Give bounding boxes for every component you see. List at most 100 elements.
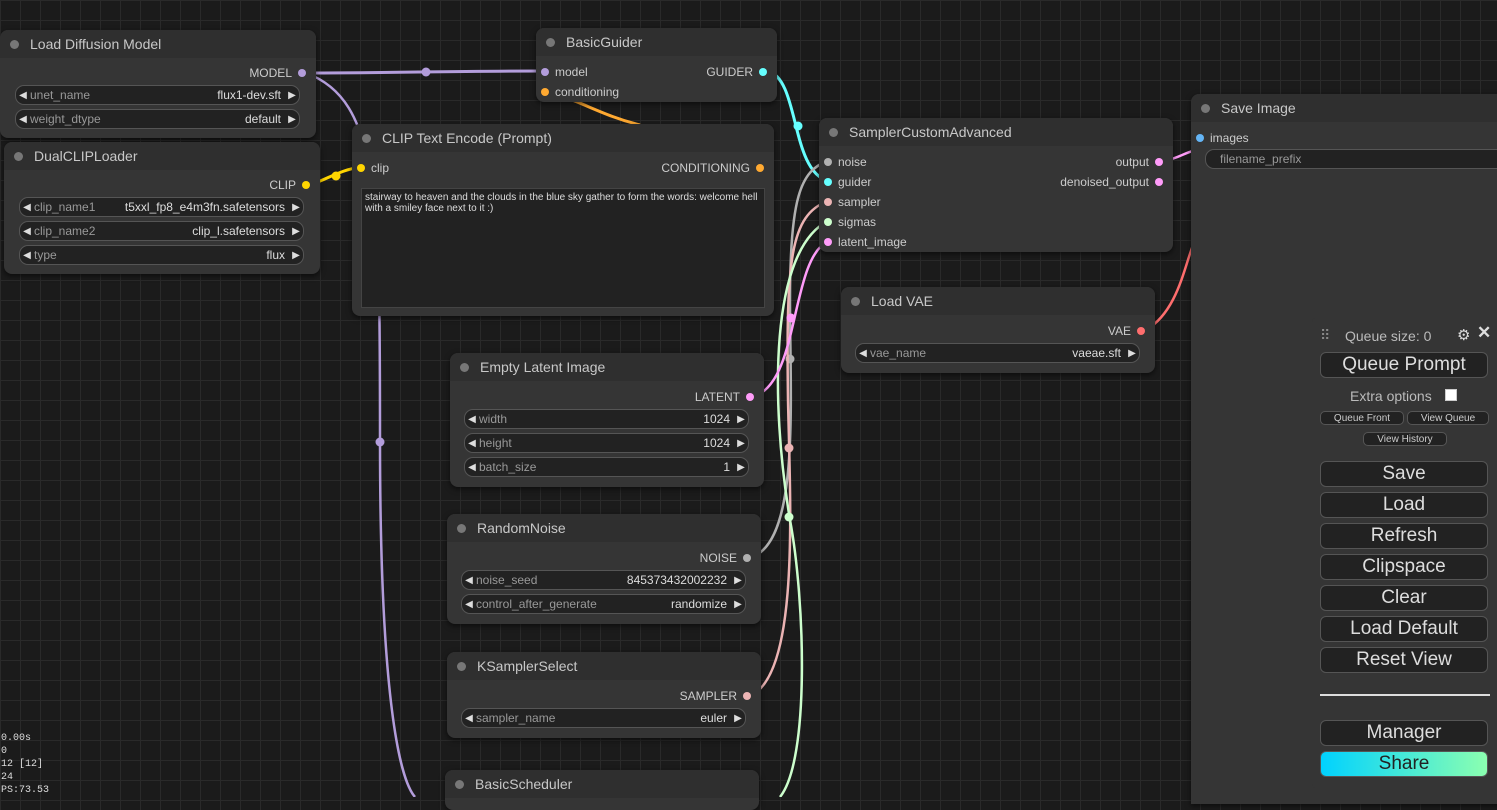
node-basic-scheduler[interactable]: BasicScheduler [445, 770, 759, 810]
widget-batch-size[interactable]: ◀ batch_size 1 ▶ [464, 457, 749, 477]
node-load-diffusion-model[interactable]: Load Diffusion Model MODEL ◀ unet_name flu… [0, 30, 316, 138]
input-images[interactable]: images [1196, 131, 1249, 145]
collapse-dot-icon[interactable] [457, 661, 466, 671]
output-vae[interactable]: VAE [1108, 324, 1145, 338]
output-sampler[interactable]: SAMPLER [680, 689, 751, 703]
widget-noise-seed[interactable]: ◀ noise_seed 845373432002232 ▶ [461, 570, 746, 590]
input-conditioning[interactable]: conditioning [541, 85, 619, 99]
right-arrow-icon[interactable]: ▶ [734, 438, 748, 449]
image-port-icon[interactable] [1196, 134, 1204, 142]
model-port-icon[interactable] [298, 69, 306, 77]
clip-port-icon[interactable] [357, 164, 365, 172]
latent-port-icon[interactable] [1155, 178, 1163, 186]
clipspace-button[interactable]: Clipspace [1320, 554, 1488, 580]
left-arrow-icon[interactable]: ◀ [462, 599, 476, 610]
node-empty-latent-image[interactable]: Empty Latent Image LATENT ◀ width 1024 ▶ ◀ h… [450, 353, 764, 487]
gear-icon[interactable]: ⚙ [1457, 326, 1470, 344]
input-guider[interactable]: guider [824, 175, 871, 189]
drag-handle-icon[interactable]: ⠿ [1320, 327, 1330, 344]
node-basic-guider[interactable]: BasicGuider model conditioning GUIDER [536, 28, 777, 102]
noise-port-icon[interactable] [824, 158, 832, 166]
collapse-dot-icon[interactable] [14, 151, 23, 161]
output-conditioning[interactable]: CONDITIONING [661, 161, 764, 175]
collapse-dot-icon[interactable] [362, 133, 371, 143]
widget-weight-dtype[interactable]: ◀ weight_dtype default ▶ [15, 109, 300, 129]
right-arrow-icon[interactable]: ▶ [289, 250, 303, 261]
input-clip[interactable]: clip [357, 161, 389, 175]
queue-prompt-button[interactable]: Queue Prompt [1320, 352, 1488, 378]
node-dual-clip-loader[interactable]: DualCLIPLoader CLIP ◀ clip_name1 t5xxl_fp8… [4, 142, 320, 274]
widget-type[interactable]: ◀ type flux ▶ [19, 245, 304, 265]
output-clip[interactable]: CLIP [269, 178, 310, 192]
view-history-button[interactable]: View History [1363, 432, 1447, 446]
collapse-dot-icon[interactable] [460, 362, 469, 372]
guider-port-icon[interactable] [759, 68, 767, 76]
output-model[interactable]: MODEL [249, 66, 306, 80]
collapse-dot-icon[interactable] [455, 779, 464, 789]
widget-width[interactable]: ◀ width 1024 ▶ [464, 409, 749, 429]
left-arrow-icon[interactable]: ◀ [465, 414, 479, 425]
left-arrow-icon[interactable]: ◀ [856, 348, 870, 359]
widget-clip-name1[interactable]: ◀ clip_name1 t5xxl_fp8_e4m3fn.safetensors ▶ [19, 197, 304, 217]
view-queue-button[interactable]: View Queue [1407, 411, 1489, 425]
output-guider[interactable]: GUIDER [706, 65, 767, 79]
collapse-dot-icon[interactable] [546, 37, 555, 47]
node-ksampler-select[interactable]: KSamplerSelect SAMPLER ◀ sampler_name eule… [447, 652, 761, 738]
reset-view-button[interactable]: Reset View [1320, 647, 1488, 673]
prompt-textarea[interactable]: stairway to heaven and the clouds in the… [361, 188, 765, 308]
widget-control-after-generate[interactable]: ◀ control_after_generate randomize ▶ [461, 594, 746, 614]
close-icon[interactable]: ✕ [1477, 323, 1491, 343]
collapse-dot-icon[interactable] [457, 523, 466, 533]
sigmas-port-icon[interactable] [824, 218, 832, 226]
right-arrow-icon[interactable]: ▶ [731, 713, 745, 724]
model-port-icon[interactable] [541, 68, 549, 76]
manager-button[interactable]: Manager [1320, 720, 1488, 746]
right-arrow-icon[interactable]: ▶ [285, 90, 299, 101]
save-button[interactable]: Save [1320, 461, 1488, 487]
right-arrow-icon[interactable]: ▶ [1125, 348, 1139, 359]
output-denoised[interactable]: denoised_output [1060, 175, 1163, 189]
vae-port-icon[interactable] [1137, 327, 1145, 335]
widget-vae-name[interactable]: ◀ vae_name vaeae.sft ▶ [855, 343, 1140, 363]
node-random-noise[interactable]: RandomNoise NOISE ◀ noise_seed 84537343200… [447, 514, 761, 624]
widget-filename-prefix[interactable]: filename_prefix [1205, 149, 1497, 169]
input-sigmas[interactable]: sigmas [824, 215, 876, 229]
right-arrow-icon[interactable]: ▶ [734, 462, 748, 473]
conditioning-port-icon[interactable] [756, 164, 764, 172]
noise-port-icon[interactable] [743, 554, 751, 562]
guider-port-icon[interactable] [824, 178, 832, 186]
latent-port-icon[interactable] [824, 238, 832, 246]
node-sampler-custom-advanced[interactable]: SamplerCustomAdvanced noise guider sampl… [819, 118, 1173, 252]
right-arrow-icon[interactable]: ▶ [734, 414, 748, 425]
left-arrow-icon[interactable]: ◀ [20, 250, 34, 261]
node-load-vae[interactable]: Load VAE VAE ◀ vae_name vaeae.sft ▶ [841, 287, 1155, 373]
load-default-button[interactable]: Load Default [1320, 616, 1488, 642]
sampler-port-icon[interactable] [743, 692, 751, 700]
left-arrow-icon[interactable]: ◀ [465, 462, 479, 473]
right-arrow-icon[interactable]: ▶ [731, 599, 745, 610]
clear-button[interactable]: Clear [1320, 585, 1488, 611]
output-noise[interactable]: NOISE [700, 551, 751, 565]
right-arrow-icon[interactable]: ▶ [289, 202, 303, 213]
sampler-port-icon[interactable] [824, 198, 832, 206]
left-arrow-icon[interactable]: ◀ [16, 90, 30, 101]
left-arrow-icon[interactable]: ◀ [16, 114, 30, 125]
output-output[interactable]: output [1116, 155, 1163, 169]
right-arrow-icon[interactable]: ▶ [731, 575, 745, 586]
widget-sampler-name[interactable]: ◀ sampler_name euler ▶ [461, 708, 746, 728]
right-arrow-icon[interactable]: ▶ [285, 114, 299, 125]
input-latent-image[interactable]: latent_image [824, 235, 907, 249]
node-clip-text-encode[interactable]: CLIP Text Encode (Prompt) clip CONDITION… [352, 124, 774, 316]
left-arrow-icon[interactable]: ◀ [462, 713, 476, 724]
widget-height[interactable]: ◀ height 1024 ▶ [464, 433, 749, 453]
left-arrow-icon[interactable]: ◀ [465, 438, 479, 449]
clip-port-icon[interactable] [302, 181, 310, 189]
load-button[interactable]: Load [1320, 492, 1488, 518]
collapse-dot-icon[interactable] [851, 296, 860, 306]
collapse-dot-icon[interactable] [829, 127, 838, 137]
right-arrow-icon[interactable]: ▶ [289, 226, 303, 237]
widget-unet-name[interactable]: ◀ unet_name flux1-dev.sft ▶ [15, 85, 300, 105]
collapse-dot-icon[interactable] [10, 39, 19, 49]
input-noise[interactable]: noise [824, 155, 867, 169]
output-latent[interactable]: LATENT [695, 390, 754, 404]
